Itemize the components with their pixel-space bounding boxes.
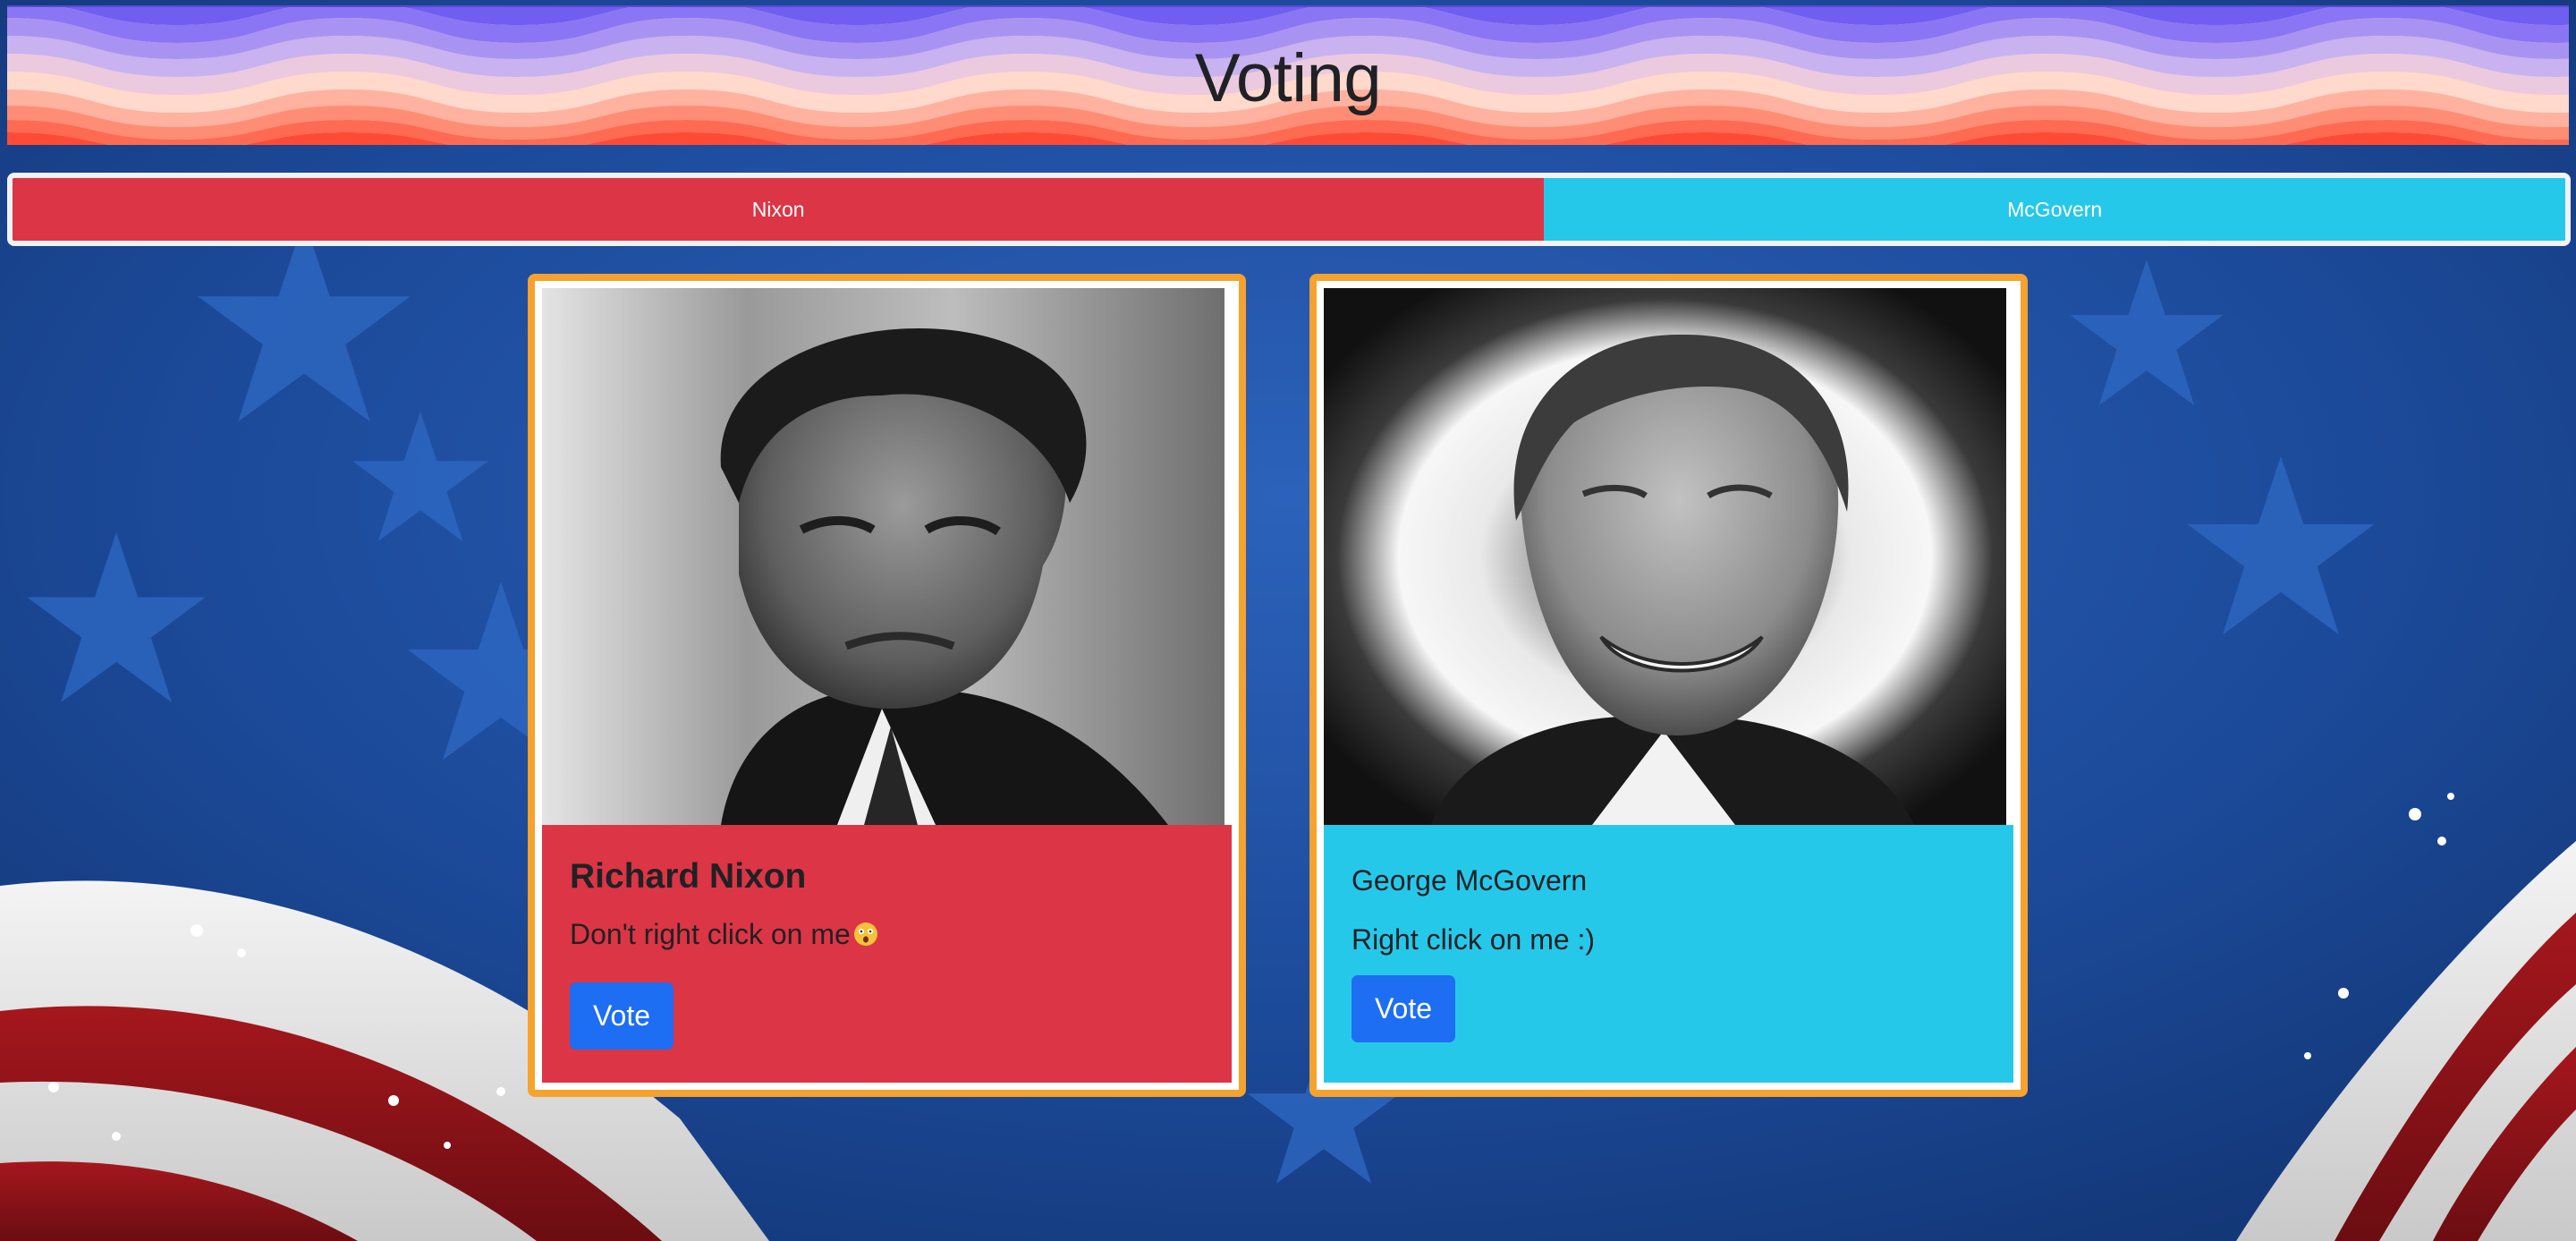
candidate-card-mcgovern: George McGovern Right click on me :) Vot… — [1309, 274, 2028, 1097]
mcgovern-card-body: George McGovern Right click on me :) Vot… — [1324, 825, 2013, 1083]
nixon-photo — [542, 288, 1224, 825]
astonished-face-icon — [853, 922, 877, 946]
candidate-card-nixon: Richard Nixon Don't right click on me Vo… — [528, 274, 1246, 1097]
vote-button-mcgovern[interactable]: Vote — [1352, 975, 1455, 1042]
vote-button-nixon[interactable]: Vote — [570, 982, 674, 1050]
page-title: Voting — [1194, 40, 1382, 116]
mcgovern-tally-segment: McGovern — [1544, 178, 2565, 241]
header-banner: Voting — [7, 5, 2569, 145]
candidate-message: Don't right click on me — [570, 918, 879, 951]
candidate-name: George McGovern — [1352, 864, 1588, 897]
candidate-name: Richard Nixon — [570, 857, 807, 896]
mcgovern-photo — [1324, 288, 2006, 825]
vote-tally-bar: Nixon McGovern — [7, 173, 2571, 246]
candidate-message: Right click on me :) — [1352, 923, 1596, 956]
nixon-tally-segment: Nixon — [13, 178, 1545, 241]
nixon-card-body: Richard Nixon Don't right click on me Vo… — [542, 825, 1232, 1083]
